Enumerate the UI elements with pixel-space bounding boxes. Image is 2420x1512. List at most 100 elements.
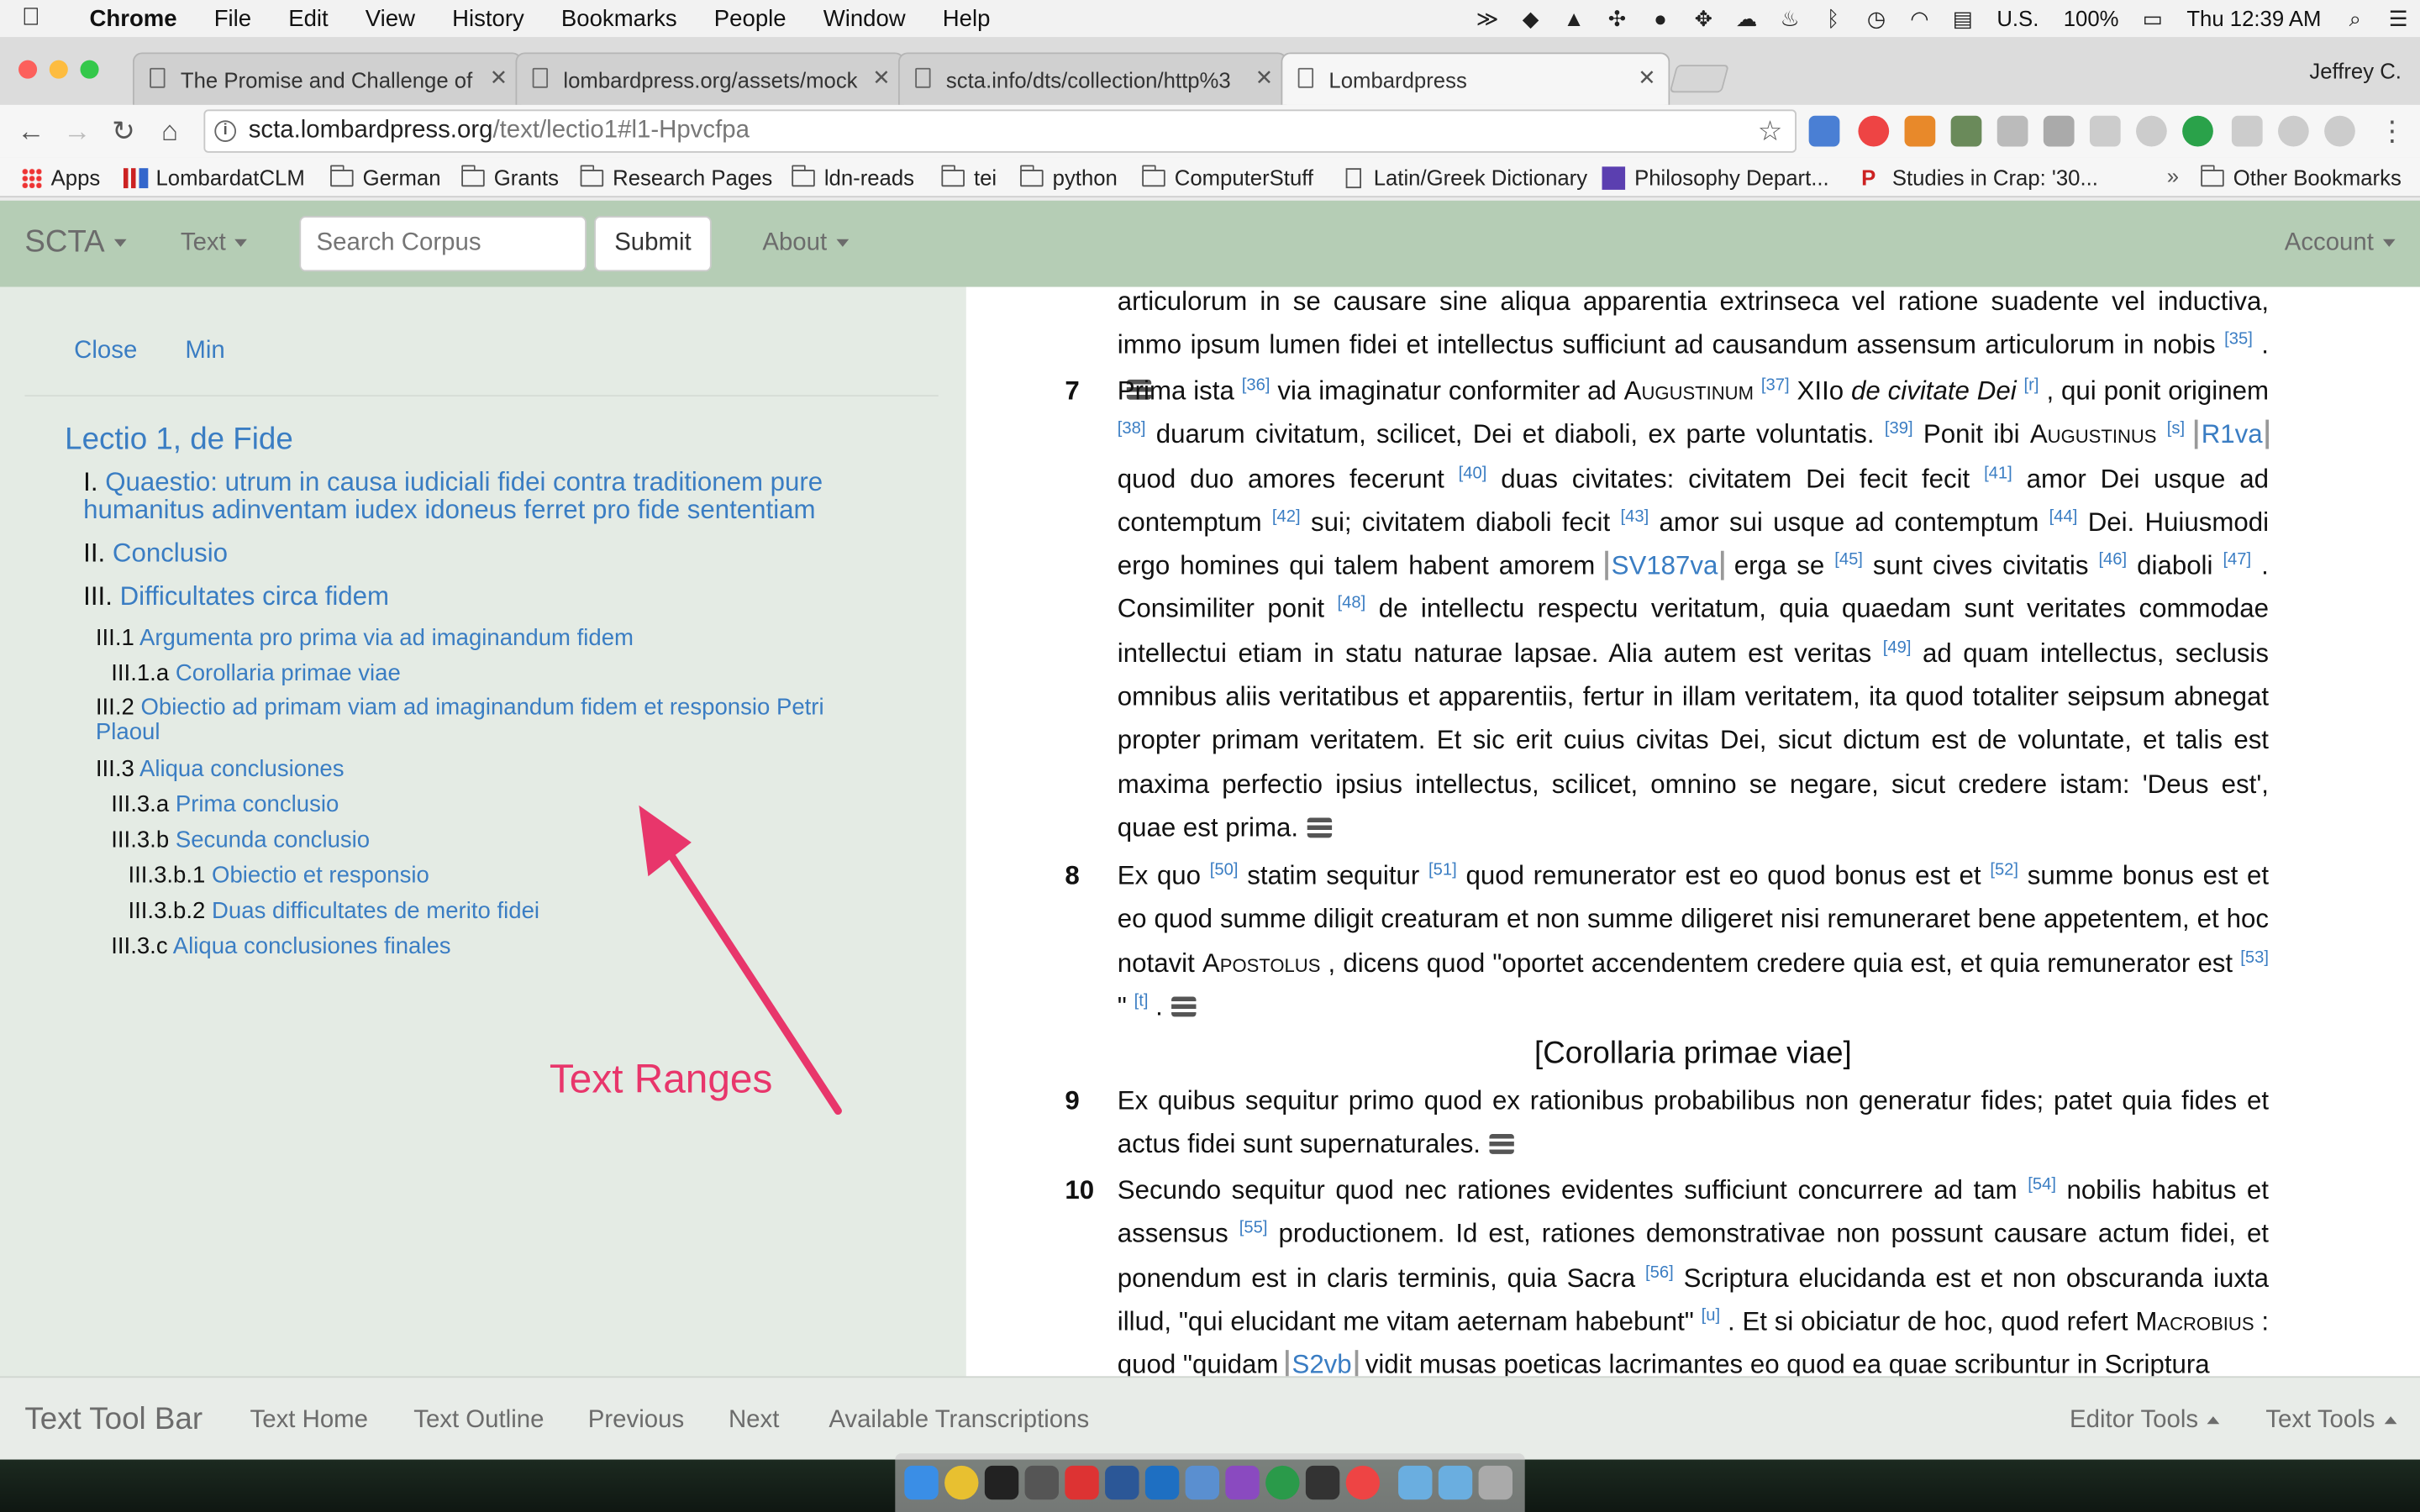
forward-icon[interactable]: →	[59, 113, 96, 150]
bluetooth-icon[interactable]: ᛒ	[1816, 6, 1849, 30]
available-transcriptions-link[interactable]: Available Transcriptions	[829, 1407, 1089, 1435]
next-link[interactable]: Next	[729, 1407, 779, 1435]
wifi-icon[interactable]: ◠	[1902, 5, 1936, 31]
word-icon[interactable]	[1105, 1465, 1139, 1500]
badge-icon[interactable]: ●	[1644, 6, 1677, 30]
tab-promise[interactable]: The Promise and Challenge of ✕	[132, 52, 522, 105]
editor-tools-dropdown[interactable]: Editor Tools	[2070, 1407, 2220, 1435]
extension-grey-icon[interactable]	[2231, 115, 2263, 147]
extension-gear-icon[interactable]	[2043, 115, 2075, 147]
battery-label[interactable]: 100%	[2051, 6, 2131, 30]
drive-icon[interactable]: ▲	[1557, 6, 1591, 30]
toc-item[interactable]: III.3.b.2 Duas difficultates de merito f…	[128, 898, 539, 926]
footnote-ref[interactable]: [51]	[1428, 861, 1457, 879]
footnote-ref[interactable]: [43]	[1620, 507, 1649, 526]
tab-close-icon[interactable]: ✕	[490, 65, 508, 91]
menu-help[interactable]: Help	[924, 5, 1009, 31]
menu-edit[interactable]: Edit	[270, 5, 347, 31]
menu-window[interactable]: Window	[805, 5, 924, 31]
manuscript-folio[interactable]: S2vb	[1286, 1350, 1359, 1377]
info-icon[interactable]: i	[214, 120, 237, 142]
bookmark-lombardatclm[interactable]: LombardatCLM	[123, 165, 305, 190]
footnote-ref[interactable]: [40]	[1459, 464, 1487, 482]
name-apostolus[interactable]: Apostolus	[1202, 948, 1320, 978]
toc-item[interactable]: III. Difficultates circa fidem	[83, 582, 389, 611]
zoom-window-button[interactable]	[80, 60, 99, 79]
bookmark-grants[interactable]: Grants	[461, 164, 559, 190]
footnote-ref[interactable]: [52]	[1990, 861, 2018, 879]
search-corpus-input[interactable]	[299, 216, 587, 272]
time-machine-icon[interactable]: ◷	[1860, 5, 1893, 31]
previous-link[interactable]: Previous	[588, 1407, 684, 1435]
home-icon[interactable]: ⌂	[151, 113, 188, 150]
tab-lombardpress-assets[interactable]: lombardpress.org/assets/mock ✕	[515, 52, 905, 105]
extension-calendar-icon[interactable]	[1808, 115, 1840, 147]
tab-close-icon[interactable]: ✕	[872, 65, 891, 91]
note-ref[interactable]: [t]	[1134, 992, 1149, 1011]
terminal-icon[interactable]	[984, 1465, 1019, 1500]
text-tools-dropdown[interactable]: Text Tools	[2265, 1407, 2397, 1435]
notification-center-icon[interactable]: ☰	[2381, 5, 2415, 31]
footnote-ref[interactable]: [49]	[1883, 638, 1912, 657]
trash-icon[interactable]	[1478, 1465, 1513, 1500]
paragraph-number[interactable]: 7	[1065, 370, 1079, 414]
reload-icon[interactable]: ↻	[105, 113, 142, 150]
profile-button[interactable]: Jeffrey C.	[2309, 59, 2402, 83]
footnote-ref[interactable]: [39]	[1885, 420, 1913, 438]
menu-app-name[interactable]: Chrome	[61, 5, 195, 31]
toc-item[interactable]: III.1 Argumenta pro prima via ad imagina…	[96, 625, 634, 653]
minimize-panel-button[interactable]: Min	[185, 338, 224, 365]
toc-item[interactable]: III.2 Obiectio ad primam viam ad imagina…	[96, 695, 867, 745]
close-window-button[interactable]	[18, 60, 38, 79]
extension-orange-icon[interactable]	[1904, 115, 1936, 147]
downloads-icon[interactable]	[1438, 1465, 1473, 1500]
extension-skype-icon[interactable]	[2278, 115, 2309, 147]
footnote-ref[interactable]: [48]	[1338, 595, 1366, 613]
footnote-ref[interactable]: [46]	[2098, 551, 2127, 570]
scrivener-icon[interactable]	[1305, 1465, 1340, 1500]
paragraph-number[interactable]: 10	[1065, 1169, 1094, 1213]
bookmark-apps[interactable]: Apps	[21, 165, 100, 190]
address-bar[interactable]: i scta.lombardpress.org/text/lectio1#l1-…	[203, 109, 1797, 153]
footnote-ref[interactable]: [53]	[2240, 948, 2269, 967]
toc-item[interactable]: II. Conclusio	[83, 539, 228, 568]
footnote-ref[interactable]: [42]	[1272, 507, 1301, 526]
flag-icon[interactable]: ▤	[1946, 5, 1980, 31]
text-menu-dropdown[interactable]: Text	[181, 230, 248, 258]
acrobat-icon[interactable]	[1065, 1465, 1099, 1500]
bookmark-studies-in-crap[interactable]: P Studies in Crap: '30...	[1861, 165, 2098, 190]
app-icon[interactable]	[1225, 1465, 1260, 1500]
bookmark-python[interactable]: python	[1020, 164, 1118, 190]
menu-history[interactable]: History	[434, 5, 543, 31]
paragraph-number[interactable]: 8	[1065, 855, 1079, 899]
submit-button[interactable]: Submit	[594, 216, 712, 272]
footnote-ref[interactable]: [56]	[1645, 1263, 1674, 1282]
footnote-ref[interactable]: [50]	[1210, 861, 1239, 879]
bookmark-latin-greek[interactable]: Latin/Greek Dictionary	[1345, 165, 1587, 190]
toc-item[interactable]: III.3.b Secunda conclusio	[111, 827, 370, 854]
menu-file[interactable]: File	[196, 5, 270, 31]
cloud-icon[interactable]: ☁	[1730, 5, 1764, 31]
extension-opera-icon[interactable]	[1858, 115, 1890, 147]
new-tab-button[interactable]	[1669, 65, 1729, 93]
toc-item[interactable]: III.3.b.1 Obiectio et responsio	[128, 863, 429, 890]
menu-view[interactable]: View	[347, 5, 434, 31]
lips-icon[interactable]	[1345, 1465, 1381, 1500]
close-panel-button[interactable]: Close	[74, 338, 137, 365]
note-ref[interactable]: [s]	[2167, 420, 2185, 438]
footnote-ref[interactable]: [41]	[1984, 464, 2012, 482]
spotlight-icon[interactable]: ⌕	[2338, 5, 2372, 31]
outlook-icon[interactable]	[1144, 1465, 1180, 1500]
text-outline-link[interactable]: Text Outline	[413, 1407, 544, 1435]
clock[interactable]: Thu 12:39 AM	[2175, 6, 2333, 30]
name-augustinus[interactable]: Augustinus	[2030, 420, 2157, 449]
battery-icon[interactable]: ▭	[2136, 5, 2170, 31]
chrome-menu-icon[interactable]: ⋮	[2374, 113, 2411, 150]
extension-green-icon[interactable]	[2182, 115, 2213, 147]
account-dropdown[interactable]: Account	[2285, 230, 2396, 258]
menu-people[interactable]: People	[696, 5, 805, 31]
toc-item[interactable]: Lectio 1, de Fide	[65, 423, 293, 456]
chrome-icon[interactable]	[944, 1465, 979, 1500]
folder-icon[interactable]	[1398, 1465, 1433, 1500]
footnote-ref[interactable]: [36]	[1242, 376, 1270, 395]
